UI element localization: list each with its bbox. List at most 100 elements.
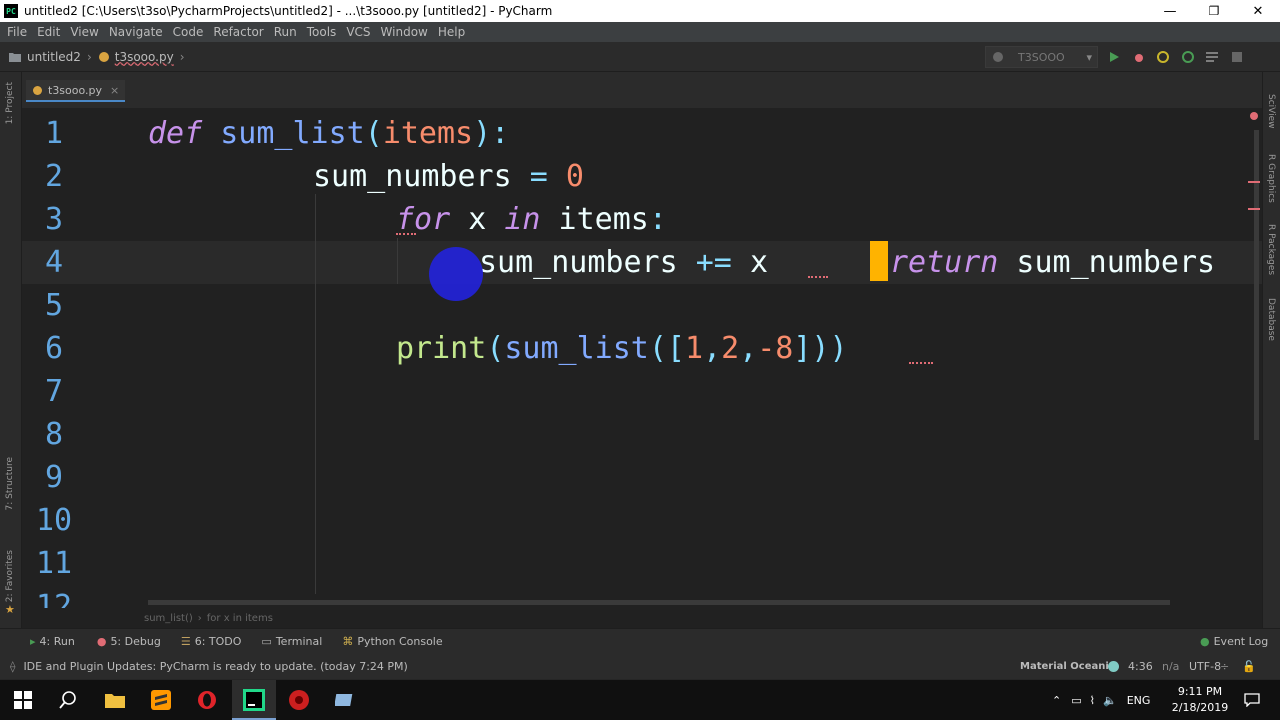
breadcrumb-function[interactable]: sum_list() bbox=[144, 613, 193, 624]
terminal-tool-button[interactable]: ▭ Terminal bbox=[261, 635, 322, 648]
nav-project[interactable]: untitled2 bbox=[8, 50, 81, 64]
line-number: 3 bbox=[44, 202, 64, 237]
stop-button[interactable] bbox=[1229, 49, 1245, 65]
line-separator[interactable]: n/a bbox=[1162, 660, 1179, 673]
tab-label: t3sooo.py bbox=[48, 83, 103, 97]
python-file-icon bbox=[98, 51, 109, 62]
list-icon bbox=[1206, 52, 1218, 62]
todo-icon: ☰ bbox=[180, 635, 191, 648]
code-line-6: print(sum_list([1,2,-8])) bbox=[396, 331, 848, 366]
battery-icon[interactable]: ▭ bbox=[1071, 694, 1081, 707]
code-editor[interactable]: 1 2 3 4 5 6 7 8 9 10 11 12 def sum_list(… bbox=[22, 108, 1262, 608]
menu-refactor[interactable]: Refactor bbox=[208, 25, 268, 39]
file-explorer-icon[interactable] bbox=[103, 688, 127, 712]
lock-icon[interactable]: 🔓 bbox=[1242, 660, 1256, 673]
line-number: 8 bbox=[44, 417, 64, 452]
app-icon[interactable] bbox=[333, 688, 357, 712]
file-encoding[interactable]: UTF-8 bbox=[1189, 660, 1221, 673]
debug-button[interactable] bbox=[1131, 49, 1147, 65]
debug-tool-button[interactable]: ● 5: Debug bbox=[97, 635, 161, 648]
menu-window[interactable]: Window bbox=[376, 25, 433, 39]
clock[interactable]: 9:11 PM 2/18/2019 bbox=[1170, 684, 1230, 716]
line-number: 5 bbox=[44, 288, 64, 323]
todo-tool-button[interactable]: ☰ 6: TODO bbox=[181, 635, 242, 648]
window-title: untitled2 [C:\Users\t3so\PycharmProjects… bbox=[24, 4, 553, 18]
code-line-1: def sum_list(items): bbox=[148, 116, 510, 151]
vertical-scrollbar[interactable] bbox=[1254, 130, 1259, 440]
terminal-icon: ▭ bbox=[261, 635, 272, 648]
status-message[interactable]: IDE and Plugin Updates: PyCharm is ready… bbox=[23, 660, 407, 673]
python-icon bbox=[993, 52, 1003, 62]
caret-position[interactable]: 4:36 bbox=[1128, 660, 1153, 673]
python-console-tool-button[interactable]: ⌘ Python Console bbox=[342, 635, 442, 648]
windows-start-icon[interactable] bbox=[11, 688, 35, 712]
line-number: 10 bbox=[35, 503, 73, 538]
update-icon: ⟠ bbox=[10, 660, 16, 673]
pycharm-taskbar-button[interactable] bbox=[232, 680, 276, 720]
line-number: 9 bbox=[44, 460, 64, 495]
volume-icon[interactable]: 🔈 bbox=[1103, 694, 1117, 707]
breadcrumb-loop[interactable]: for x in items bbox=[207, 613, 273, 624]
rpackages-tool-tab[interactable]: R Packages bbox=[1266, 224, 1276, 275]
line-number: 1 bbox=[44, 116, 64, 151]
concurrency-button[interactable] bbox=[1204, 49, 1220, 65]
line-number: 12 bbox=[35, 589, 73, 608]
chevron-right-icon: › bbox=[179, 49, 185, 64]
text-cursor bbox=[870, 241, 888, 281]
line-number-gutter: 1 2 3 4 5 6 7 8 9 10 11 12 bbox=[22, 108, 122, 608]
status-bar: ⟠ IDE and Plugin Updates: PyCharm is rea… bbox=[0, 654, 1280, 679]
error-squiggle bbox=[808, 275, 828, 278]
rgraphics-tool-tab[interactable]: R Graphics bbox=[1266, 154, 1276, 203]
favorites-tool-tab[interactable]: 2: Favorites bbox=[5, 550, 15, 602]
run-config-select[interactable]: T3SOOO ▾ bbox=[985, 46, 1098, 68]
menu-navigate[interactable]: Navigate bbox=[104, 25, 168, 39]
debug-icon: ● bbox=[96, 635, 107, 648]
sciview-tool-tab[interactable]: SciView bbox=[1266, 94, 1276, 129]
tab-t3sooo[interactable]: t3sooo.py × bbox=[26, 80, 126, 102]
recorder-icon[interactable] bbox=[287, 688, 311, 712]
event-log-button[interactable]: ● Event Log bbox=[1200, 635, 1268, 648]
run-tool-button[interactable]: ▸ 4: Run bbox=[30, 635, 75, 648]
coverage-button[interactable] bbox=[1155, 49, 1171, 65]
code-line-2: sum_numbers = 0 bbox=[313, 159, 584, 194]
error-marker[interactable] bbox=[1248, 208, 1260, 210]
line-number: 11 bbox=[35, 546, 73, 581]
opera-icon[interactable] bbox=[195, 688, 219, 712]
restore-button[interactable]: ❐ bbox=[1192, 0, 1236, 22]
sublime-text-icon[interactable] bbox=[149, 688, 173, 712]
minimize-button[interactable]: — bbox=[1148, 0, 1192, 22]
language-indicator[interactable]: ENG bbox=[1127, 694, 1151, 707]
menu-view[interactable]: View bbox=[65, 25, 103, 39]
click-marker bbox=[429, 247, 483, 301]
close-button[interactable]: ✕ bbox=[1236, 0, 1280, 22]
menu-tools[interactable]: Tools bbox=[302, 25, 342, 39]
database-tool-tab[interactable]: Database bbox=[1266, 298, 1276, 341]
project-tool-tab[interactable]: 1: Project bbox=[5, 82, 15, 124]
nav-file[interactable]: t3sooo.py bbox=[98, 50, 174, 64]
run-button[interactable] bbox=[1106, 49, 1122, 65]
close-tab-icon[interactable]: × bbox=[110, 84, 119, 97]
error-marker[interactable] bbox=[1248, 181, 1260, 183]
warning-squiggle bbox=[396, 232, 416, 235]
menu-help[interactable]: Help bbox=[433, 25, 470, 39]
chevron-up-icon[interactable]: ⌃ bbox=[1052, 694, 1061, 707]
profile-button[interactable] bbox=[1180, 49, 1196, 65]
notifications-icon[interactable] bbox=[1240, 688, 1264, 712]
search-icon[interactable] bbox=[56, 688, 80, 712]
menu-edit[interactable]: Edit bbox=[32, 25, 65, 39]
theme-indicator[interactable]: Material Oceanic bbox=[1020, 661, 1115, 672]
encoding-arrow-icon: ÷ bbox=[1220, 660, 1230, 673]
menu-code[interactable]: Code bbox=[168, 25, 209, 39]
menu-file[interactable]: File bbox=[2, 25, 32, 39]
menu-vcs[interactable]: VCS bbox=[341, 25, 375, 39]
indent-guide bbox=[315, 194, 316, 594]
error-indicator-icon[interactable] bbox=[1250, 112, 1258, 120]
system-tray: ⌃ ▭ ⌇ 🔈 ENG bbox=[1052, 680, 1162, 720]
menu-run[interactable]: Run bbox=[269, 25, 302, 39]
wifi-icon[interactable]: ⌇ bbox=[1090, 694, 1095, 707]
structure-tool-tab[interactable]: 7: Structure bbox=[5, 457, 15, 511]
bug-icon bbox=[1135, 54, 1143, 62]
horizontal-scrollbar[interactable] bbox=[148, 600, 1170, 605]
clock-date: 2/18/2019 bbox=[1171, 701, 1229, 714]
coverage-icon bbox=[1157, 51, 1169, 63]
